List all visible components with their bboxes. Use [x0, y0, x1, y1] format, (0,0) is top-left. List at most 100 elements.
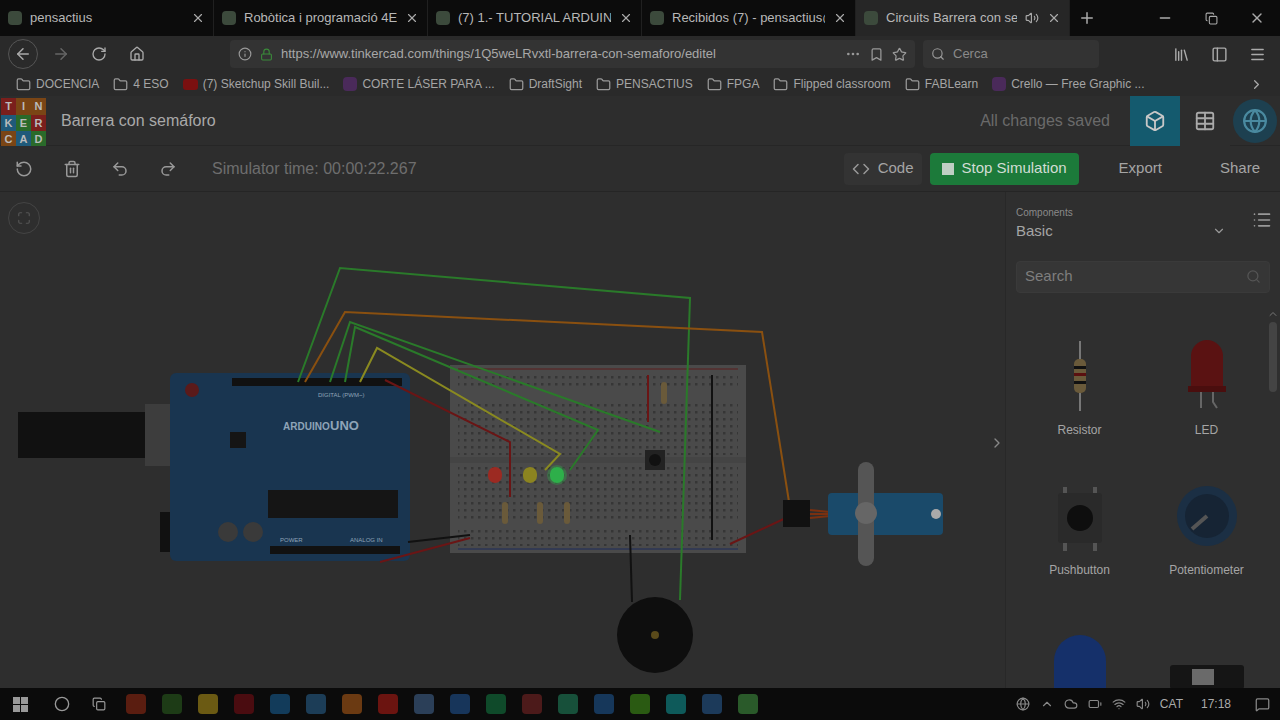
share-button[interactable]: Share	[1212, 153, 1268, 184]
code-button[interactable]: Code	[844, 153, 922, 185]
taskbar-app-icon[interactable]	[414, 694, 434, 714]
circuit-view-button[interactable]	[1130, 96, 1180, 146]
browser-tab[interactable]: Robòtica i programació 4ESO	[214, 0, 428, 36]
star-icon[interactable]	[892, 47, 907, 62]
schematic-view-button[interactable]	[1180, 96, 1230, 146]
close-tab-icon[interactable]	[619, 11, 633, 25]
delete-icon[interactable]	[60, 160, 84, 178]
bookmark[interactable]: 4 ESO	[113, 75, 168, 93]
battery-icon[interactable]	[1088, 697, 1102, 711]
arduino-board[interactable]: ARDUINOUNODIGITAL (PWM~)POWERANALOG IN	[18, 373, 410, 561]
people-icon[interactable]	[1040, 697, 1054, 711]
led[interactable]	[547, 465, 567, 485]
taskbar-app-icon[interactable]	[594, 694, 614, 714]
pocket-icon[interactable]	[869, 47, 884, 62]
minimize-icon[interactable]	[1142, 0, 1188, 36]
close-tab-icon[interactable]	[405, 11, 419, 25]
fit-view-button[interactable]	[8, 202, 40, 234]
resistor[interactable]	[502, 502, 508, 524]
notifications-icon[interactable]	[1255, 697, 1270, 712]
buzzer[interactable]	[617, 597, 693, 673]
clock[interactable]: 17:18	[1201, 695, 1231, 713]
component-item[interactable]: Pushbutton	[1016, 473, 1143, 579]
servo[interactable]	[783, 462, 943, 566]
component-item[interactable]	[1143, 613, 1270, 689]
tinkercad-logo[interactable]: TINKERCAD	[1, 98, 46, 143]
taskbar-app-icon[interactable]	[378, 694, 398, 714]
circuit-canvas[interactable]: ARDUINOUNODIGITAL (PWM~)POWERANALOG IN	[0, 192, 1005, 688]
component-item[interactable]: Resistor	[1016, 333, 1143, 439]
back-icon[interactable]	[8, 39, 38, 69]
taskbar-app-icon[interactable]	[522, 694, 542, 714]
taskbar-app-icon[interactable]	[738, 694, 758, 714]
restore-icon[interactable]	[1188, 0, 1234, 36]
component-item[interactable]	[1016, 613, 1143, 689]
search-field[interactable]: Cerca	[923, 40, 1099, 68]
circuit-diagram[interactable]: ARDUINOUNODIGITAL (PWM~)POWERANALOG IN	[0, 192, 1005, 688]
close-tab-icon[interactable]	[833, 11, 847, 25]
stop-simulation-button[interactable]: Stop Simulation	[930, 153, 1079, 185]
pushbutton[interactable]	[645, 450, 665, 470]
breadboard[interactable]	[450, 365, 746, 553]
taskbar-app-icon[interactable]	[666, 694, 686, 714]
more-bookmarks-icon[interactable]	[1249, 77, 1264, 92]
start-button[interactable]	[0, 697, 40, 712]
bookmark[interactable]: PENSACTIUS	[596, 75, 693, 93]
sidebar-icon[interactable]	[1204, 46, 1234, 63]
resistor[interactable]	[537, 502, 543, 524]
volume-icon[interactable]	[1136, 697, 1150, 711]
category-dropdown[interactable]: ComponentsBasic	[1016, 206, 1226, 243]
taskbar-app-icon[interactable]	[126, 694, 146, 714]
taskbar-app-icon[interactable]	[270, 694, 290, 714]
reload-icon[interactable]	[84, 46, 114, 62]
component-search[interactable]: Search	[1016, 261, 1270, 293]
component-item[interactable]: Potentiometer	[1143, 473, 1270, 579]
bookmark[interactable]: DOCENCIA	[16, 75, 99, 93]
url-field[interactable]: https://www.tinkercad.com/things/1Q5weLR…	[230, 40, 915, 68]
taskbar-app-icon[interactable]	[342, 694, 362, 714]
bookmark[interactable]: CORTE LÁSER PARA ...	[343, 75, 494, 93]
bookmark[interactable]: (7) Sketchup Skill Buil...	[183, 75, 330, 93]
menu-icon[interactable]	[1242, 46, 1272, 63]
more-icon[interactable]	[845, 46, 861, 62]
panel-toggle[interactable]	[989, 430, 1005, 456]
redo-icon[interactable]	[156, 160, 180, 178]
bookmark[interactable]: Flipped classroom	[773, 75, 890, 93]
undo-icon[interactable]	[108, 160, 132, 178]
browser-tab[interactable]: Recibidos (7) - pensactius@g	[642, 0, 856, 36]
task-view-icon[interactable]	[84, 697, 114, 711]
browser-tab[interactable]: Circuits Barrera con sem	[856, 0, 1070, 36]
panel-scrollbar[interactable]	[1266, 308, 1280, 688]
taskbar-app-icon[interactable]	[486, 694, 506, 714]
cloud-icon[interactable]	[1064, 697, 1078, 711]
taskbar-app-icon[interactable]	[198, 694, 218, 714]
new-tab-icon[interactable]	[1070, 0, 1104, 36]
component-item[interactable]: LED	[1143, 333, 1270, 439]
taskbar-app-icon[interactable]	[558, 694, 578, 714]
home-icon[interactable]	[122, 46, 152, 62]
resistor[interactable]	[661, 382, 667, 404]
rotate-icon[interactable]	[12, 160, 36, 178]
browser-tab[interactable]: pensactius	[0, 0, 214, 36]
taskbar-app-icon[interactable]	[234, 694, 254, 714]
forward-icon[interactable]	[46, 45, 76, 63]
network-icon[interactable]	[1016, 697, 1030, 711]
taskbar-app-icon[interactable]	[702, 694, 722, 714]
export-button[interactable]: Export	[1111, 153, 1170, 184]
bookmark[interactable]: DraftSight	[509, 75, 582, 93]
resistor[interactable]	[564, 502, 570, 524]
bookmark[interactable]: FPGA	[707, 75, 760, 93]
cortana-icon[interactable]	[40, 696, 84, 712]
taskbar-app-icon[interactable]	[630, 694, 650, 714]
close-tab-icon[interactable]	[1047, 11, 1061, 25]
library-icon[interactable]	[1166, 46, 1196, 63]
design-title[interactable]: Barrera con semáforo	[61, 109, 216, 133]
taskbar-app-icon[interactable]	[450, 694, 470, 714]
user-avatar[interactable]	[1233, 99, 1277, 143]
led[interactable]	[488, 467, 502, 483]
close-tab-icon[interactable]	[191, 11, 205, 25]
bookmark[interactable]: Crello — Free Graphic ...	[992, 75, 1144, 93]
list-icon[interactable]	[1252, 210, 1272, 230]
browser-tab[interactable]: (7) 1.- TUTORIAL ARDUINO -	[428, 0, 642, 36]
bookmark[interactable]: FABLearn	[905, 75, 978, 93]
